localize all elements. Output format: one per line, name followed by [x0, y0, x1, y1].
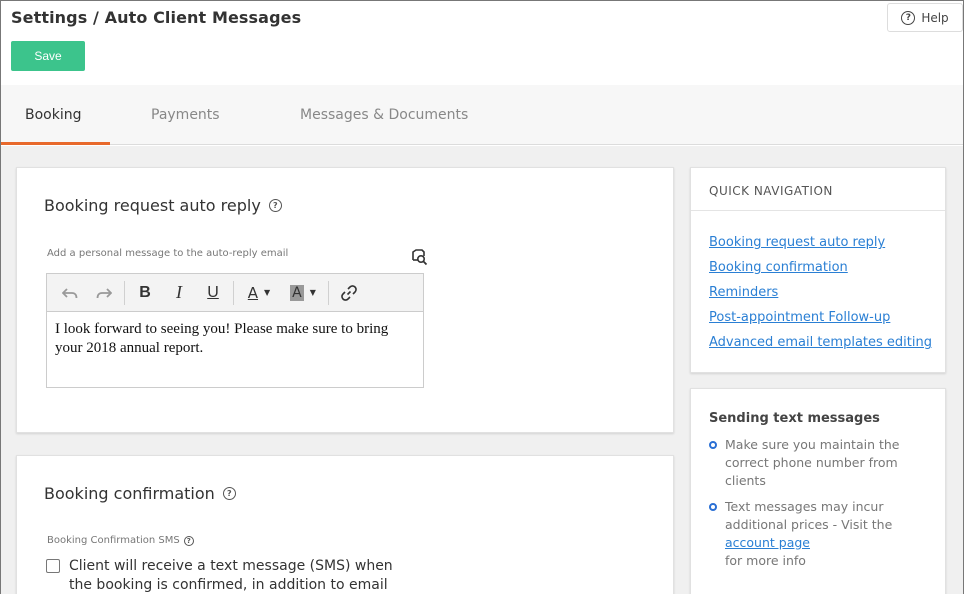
tab-booking[interactable]: Booking	[25, 107, 82, 123]
list-item-text: Text messages may incur additional price…	[725, 499, 893, 532]
sending-text-list: Make sure you maintain the correct phone…	[709, 436, 939, 578]
nav-link-follow-up[interactable]: Post-appointment Follow-up	[709, 309, 932, 334]
bold-icon[interactable]: B	[128, 278, 162, 308]
highlight-color-dropdown[interactable]: A ▼	[281, 278, 325, 308]
auto-reply-title: Booking request auto reply ?	[44, 196, 282, 215]
toolbar-divider	[328, 280, 329, 305]
booking-confirmation-card: Booking confirmation ? Booking Confirmat…	[16, 455, 674, 594]
active-tab-indicator	[1, 142, 110, 145]
undo-icon[interactable]	[53, 278, 87, 308]
sms-checkbox-label: Client will receive a text message (SMS)…	[69, 558, 393, 593]
main-content: Booking request auto reply ? Add a perso…	[1, 146, 963, 594]
info-icon[interactable]: ?	[183, 535, 194, 546]
page-title: Settings / Auto Client Messages	[11, 8, 302, 27]
nav-link-advanced-templates[interactable]: Advanced email templates editing	[709, 334, 932, 359]
booking-confirmation-title: Booking confirmation ?	[44, 484, 236, 503]
chevron-down-icon: ▼	[264, 288, 271, 297]
italic-icon[interactable]: I	[162, 278, 196, 308]
list-item-text: for more info	[725, 553, 806, 568]
help-icon: ?	[901, 10, 916, 25]
help-label: Help	[921, 10, 949, 25]
account-page-link[interactable]: account page	[725, 534, 939, 552]
info-icon[interactable]: ?	[222, 487, 236, 500]
tab-payments[interactable]: Payments	[151, 107, 220, 123]
toolbar-divider	[233, 280, 234, 305]
nav-link-reminders[interactable]: Reminders	[709, 284, 932, 309]
link-icon[interactable]	[332, 278, 366, 308]
sms-label: Booking Confirmation SMS ?	[47, 535, 194, 546]
tab-bar: Booking Payments Messages & Documents	[1, 85, 963, 145]
tab-messages-documents[interactable]: Messages & Documents	[300, 107, 468, 123]
sending-text-title: Sending text messages	[709, 411, 880, 426]
nav-link-booking-confirmation[interactable]: Booking confirmation	[709, 259, 932, 284]
list-item: Text messages may incur additional price…	[709, 498, 939, 570]
auto-reply-card: Booking request auto reply ? Add a perso…	[16, 167, 674, 433]
underline-icon[interactable]: U	[196, 278, 230, 308]
divider	[691, 210, 945, 211]
auto-reply-title-text: Booking request auto reply	[44, 196, 261, 215]
redo-icon[interactable]	[87, 278, 121, 308]
help-button[interactable]: ? Help	[887, 3, 963, 32]
highlight-color-icon: A	[290, 284, 304, 301]
info-icon[interactable]: ?	[268, 199, 282, 212]
chevron-down-icon: ▼	[309, 288, 316, 297]
text-color-dropdown[interactable]: A ▼	[237, 278, 281, 308]
text-color-icon: A	[247, 283, 259, 302]
quick-navigation-title: QUICK NAVIGATION	[709, 184, 833, 198]
rich-text-editor: B I U A ▼ A ▼ I look forward to seeing y…	[46, 273, 424, 388]
page-header: Settings / Auto Client Messages ? Help S…	[1, 1, 963, 85]
bullet-icon	[709, 503, 717, 511]
preview-icon[interactable]	[410, 248, 428, 266]
auto-reply-field-label: Add a personal message to the auto-reply…	[47, 248, 289, 259]
toolbar-divider	[124, 280, 125, 305]
editor-content[interactable]: I look forward to seeing you! Please mak…	[47, 312, 423, 366]
sending-text-card: Sending text messages Make sure you main…	[690, 388, 946, 594]
editor-toolbar: B I U A ▼ A ▼	[47, 274, 423, 312]
nav-link-auto-reply[interactable]: Booking request auto reply	[709, 234, 932, 259]
quick-navigation-links: Booking request auto reply Booking confi…	[709, 234, 932, 359]
list-item-text: Make sure you maintain the correct phone…	[725, 437, 900, 488]
sms-label-text: Booking Confirmation SMS	[47, 535, 180, 546]
sms-checkbox[interactable]	[46, 559, 60, 573]
save-button[interactable]: Save	[11, 41, 85, 71]
bullet-icon	[709, 441, 717, 449]
booking-confirmation-title-text: Booking confirmation	[44, 484, 215, 503]
list-item: Make sure you maintain the correct phone…	[709, 436, 939, 490]
quick-navigation-card: QUICK NAVIGATION Booking request auto re…	[690, 167, 946, 373]
